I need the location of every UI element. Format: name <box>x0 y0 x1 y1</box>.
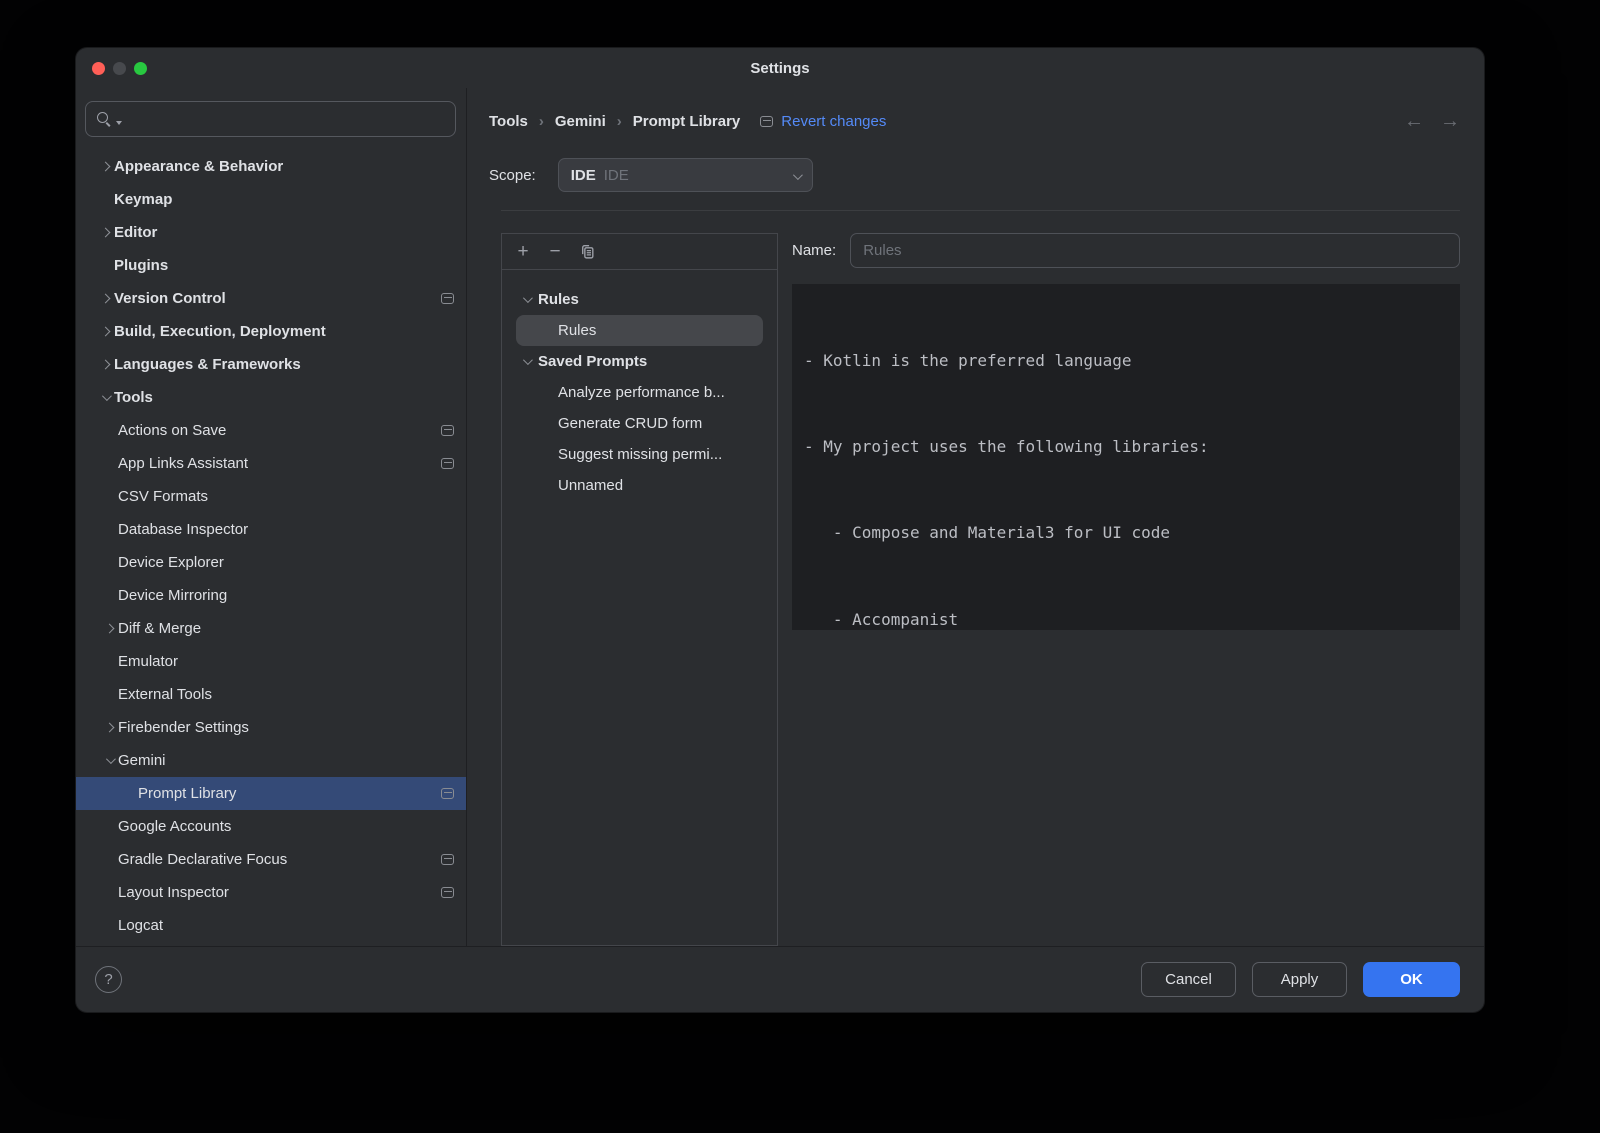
sidebar-item-gemini[interactable]: Gemini <box>76 744 466 777</box>
sidebar-item-database-inspector[interactable]: Database Inspector <box>76 513 466 546</box>
sidebar-item-version-control[interactable]: Version Control <box>76 282 466 315</box>
back-arrow-icon[interactable]: ← <box>1404 110 1424 133</box>
settings-tree: Appearance & Behavior Keymap Editor Plug… <box>76 148 466 946</box>
prompt-item-rules[interactable]: Rules <box>516 315 763 346</box>
sidebar-item-device-explorer[interactable]: Device Explorer <box>76 546 466 579</box>
chevron-right-icon <box>104 723 114 733</box>
help-button[interactable]: ? <box>95 966 122 993</box>
editor-line: - Accompanist <box>804 606 1448 630</box>
search-options-caret-icon <box>116 121 122 125</box>
search-input[interactable] <box>85 101 456 137</box>
modified-indicator-icon <box>441 887 454 898</box>
scope-dropdown[interactable]: IDE IDE <box>558 158 813 192</box>
chevron-down-icon <box>101 391 111 401</box>
chevron-down-icon <box>522 355 532 365</box>
scope-row: Scope: IDE IDE <box>489 158 1460 192</box>
editor-line: - Kotlin is the preferred language <box>804 347 1448 376</box>
chevron-down-icon <box>793 170 803 180</box>
sidebar-item-layout-inspector[interactable]: Layout Inspector <box>76 876 466 909</box>
modified-indicator-icon <box>441 293 454 304</box>
prompt-item-suggest-missing-permissions[interactable]: Suggest missing permi... <box>502 439 777 470</box>
breadcrumb-tools[interactable]: Tools <box>489 113 528 130</box>
chevron-right-icon <box>100 294 110 304</box>
prompt-item-generate-crud-form[interactable]: Generate CRUD form <box>502 408 777 439</box>
breadcrumb-separator: › <box>617 113 622 130</box>
sidebar-item-build-execution-deployment[interactable]: Build, Execution, Deployment <box>76 315 466 348</box>
sidebar-item-plugins[interactable]: Plugins <box>76 249 466 282</box>
duplicate-prompt-button[interactable] <box>572 238 602 266</box>
chevron-right-icon <box>100 327 110 337</box>
sidebar-item-device-mirroring[interactable]: Device Mirroring <box>76 579 466 612</box>
prompt-form: Name: - Kotlin is the preferred language… <box>792 233 1460 946</box>
prompt-group-rules[interactable]: Rules <box>502 284 777 315</box>
sidebar-item-appearance-behavior[interactable]: Appearance & Behavior <box>76 150 466 183</box>
chevron-down-icon <box>105 754 115 764</box>
search-icon <box>96 111 112 127</box>
copy-icon <box>579 243 596 260</box>
sidebar-item-editor[interactable]: Editor <box>76 216 466 249</box>
prompt-item-analyze-performance[interactable]: Analyze performance b... <box>502 377 777 408</box>
sidebar-item-languages-frameworks[interactable]: Languages & Frameworks <box>76 348 466 381</box>
settings-sidebar: Appearance & Behavior Keymap Editor Plug… <box>76 88 467 946</box>
dialog-footer: ? Cancel Apply OK <box>76 946 1484 1012</box>
prompt-group-saved-prompts[interactable]: Saved Prompts <box>502 346 777 377</box>
cancel-button[interactable]: Cancel <box>1141 962 1236 997</box>
prompt-item-unnamed[interactable]: Unnamed <box>502 470 777 501</box>
sidebar-item-gradle-declarative-focus[interactable]: Gradle Declarative Focus <box>76 843 466 876</box>
prompt-tree: Rules Rules Saved Prompts Analyze perfor… <box>502 270 777 501</box>
settings-content-panel: Tools › Gemini › Prompt Library Revert c… <box>467 88 1484 946</box>
scope-value: IDE <box>604 167 629 184</box>
ok-button[interactable]: OK <box>1363 962 1460 997</box>
scope-value-prefix: IDE <box>571 167 596 184</box>
chevron-right-icon <box>100 162 110 172</box>
sidebar-item-tools[interactable]: Tools <box>76 381 466 414</box>
window-title: Settings <box>76 60 1484 77</box>
sidebar-item-emulator[interactable]: Emulator <box>76 645 466 678</box>
scope-label: Scope: <box>489 167 536 184</box>
title-bar: Settings <box>76 48 1484 88</box>
name-input[interactable] <box>850 233 1460 268</box>
prompt-text-editor[interactable]: - Kotlin is the preferred language - My … <box>792 284 1460 630</box>
sidebar-item-prompt-library[interactable]: Prompt Library <box>76 777 466 810</box>
chevron-right-icon <box>104 624 114 634</box>
breadcrumb-separator: › <box>539 113 544 130</box>
apply-button[interactable]: Apply <box>1252 962 1347 997</box>
modified-indicator-icon <box>441 854 454 865</box>
sidebar-item-app-links-assistant[interactable]: App Links Assistant <box>76 447 466 480</box>
sidebar-item-firebender-settings[interactable]: Firebender Settings <box>76 711 466 744</box>
sidebar-item-keymap[interactable]: Keymap <box>76 183 466 216</box>
prompt-list-toolbar: + − <box>502 234 777 270</box>
revert-changes-link[interactable]: Revert changes <box>781 113 886 130</box>
modified-indicator-icon <box>441 425 454 436</box>
editor-line: - My project uses the following librarie… <box>804 433 1448 462</box>
sidebar-item-external-tools[interactable]: External Tools <box>76 678 466 711</box>
breadcrumb: Tools › Gemini › Prompt Library Revert c… <box>489 104 1460 138</box>
chevron-right-icon <box>100 360 110 370</box>
sidebar-item-actions-on-save[interactable]: Actions on Save <box>76 414 466 447</box>
modified-indicator-icon <box>441 458 454 469</box>
breadcrumb-gemini[interactable]: Gemini <box>555 113 606 130</box>
sidebar-item-diff-merge[interactable]: Diff & Merge <box>76 612 466 645</box>
breadcrumb-prompt-library[interactable]: Prompt Library <box>633 113 741 130</box>
forward-arrow-icon[interactable]: → <box>1440 110 1460 133</box>
modified-indicator-icon <box>441 788 454 799</box>
remove-prompt-button[interactable]: − <box>540 238 570 266</box>
prompt-list-panel: + − Rules <box>501 233 778 946</box>
section-divider <box>501 210 1460 211</box>
chevron-right-icon <box>100 228 110 238</box>
sidebar-item-logcat[interactable]: Logcat <box>76 909 466 942</box>
sidebar-item-csv-formats[interactable]: CSV Formats <box>76 480 466 513</box>
settings-window: Settings Appearance & Behavior Keymap <box>76 48 1484 1012</box>
modified-indicator-icon <box>760 116 773 127</box>
sidebar-item-google-accounts[interactable]: Google Accounts <box>76 810 466 843</box>
name-label: Name: <box>792 242 836 259</box>
add-prompt-button[interactable]: + <box>508 238 538 266</box>
chevron-down-icon <box>522 293 532 303</box>
editor-line: - Compose and Material3 for UI code <box>804 519 1448 548</box>
